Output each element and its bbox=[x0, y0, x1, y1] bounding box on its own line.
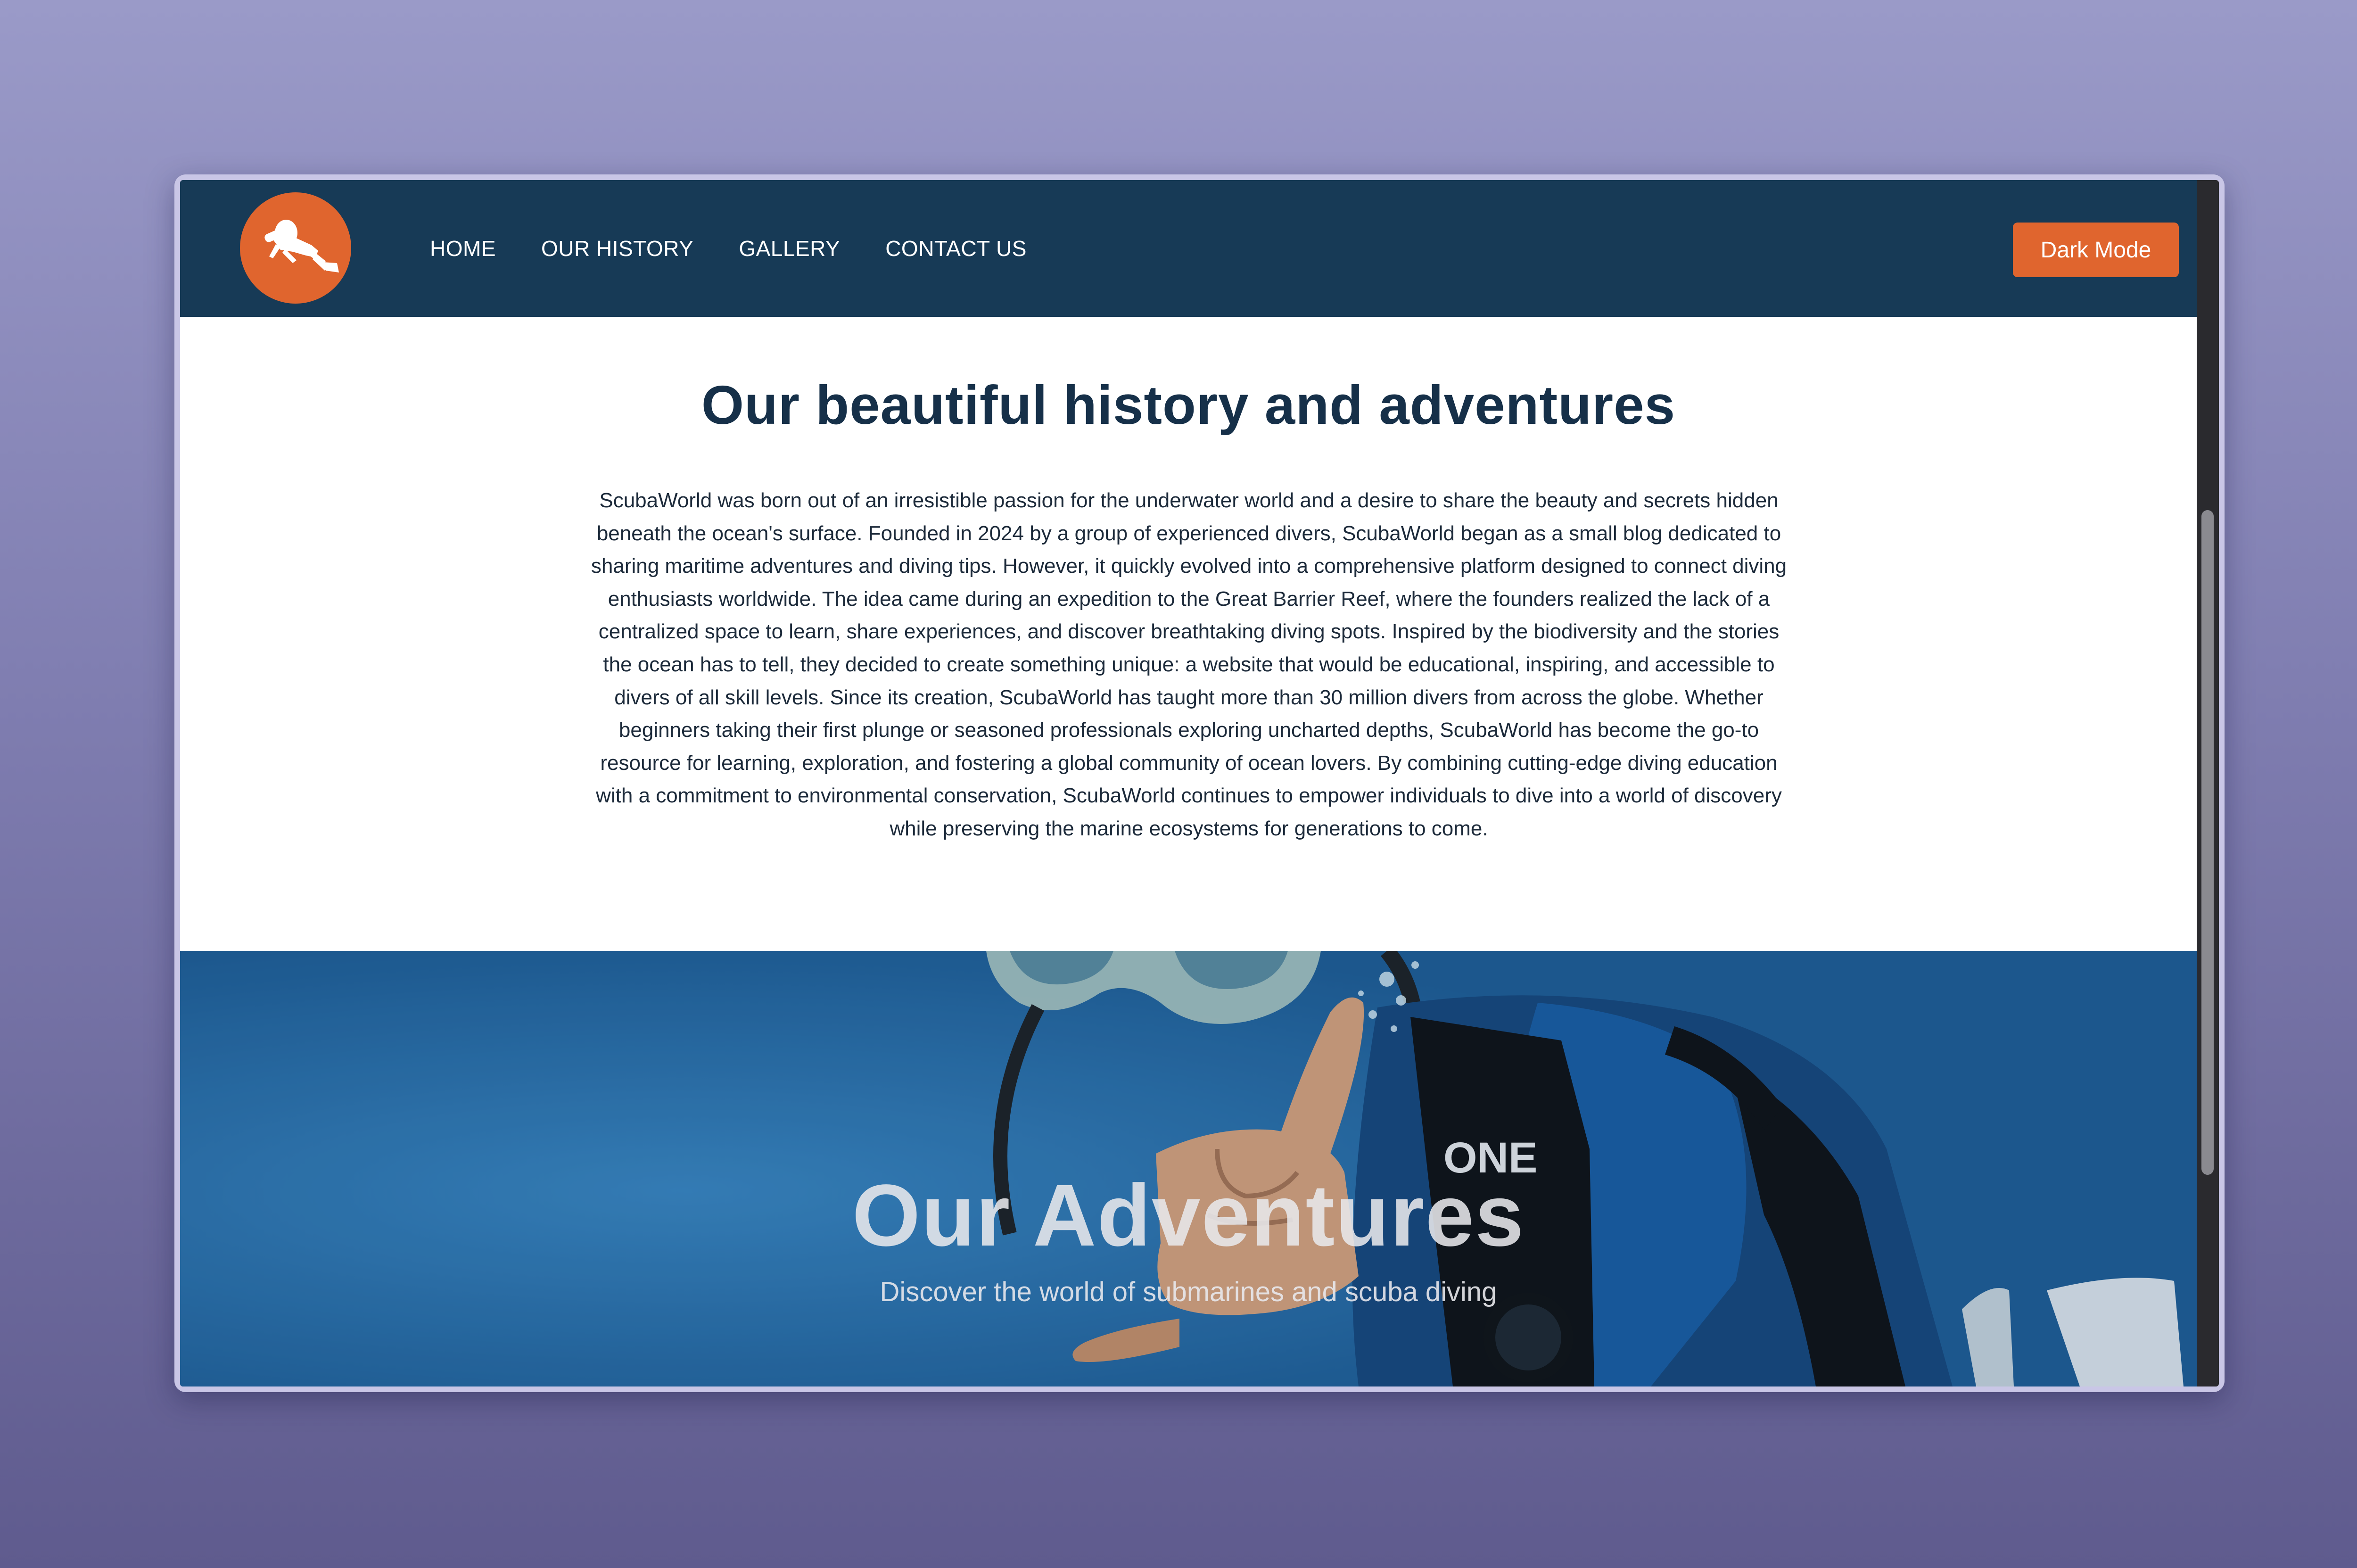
scrollbar-thumb[interactable] bbox=[2201, 510, 2214, 1175]
main-nav: HOME OUR HISTORY GALLERY CONTACT US bbox=[430, 180, 1072, 317]
history-title: Our beautiful history and adventures bbox=[701, 374, 1676, 436]
page-content: HOME OUR HISTORY GALLERY CONTACT US Dark… bbox=[180, 180, 2197, 1386]
page-viewport: HOME OUR HISTORY GALLERY CONTACT US Dark… bbox=[180, 180, 2219, 1386]
nav-link-contact-us[interactable]: CONTACT US bbox=[885, 236, 1027, 261]
history-paragraph: ScubaWorld was born out of an irresistib… bbox=[591, 489, 1787, 840]
adventures-hero: ONE Our Adventures Discover the world of… bbox=[180, 951, 2197, 1386]
browser-window: HOME OUR HISTORY GALLERY CONTACT US Dark… bbox=[174, 174, 2225, 1392]
site-logo[interactable] bbox=[240, 192, 351, 304]
vertical-scrollbar[interactable] bbox=[2197, 180, 2219, 1386]
hero-title: Our Adventures bbox=[852, 1167, 1525, 1264]
hero-subtitle: Discover the world of submarines and scu… bbox=[880, 1277, 1497, 1307]
nav-link-home[interactable]: HOME bbox=[430, 236, 496, 261]
dark-mode-button[interactable]: Dark Mode bbox=[2013, 223, 2179, 277]
scuba-diver-icon bbox=[264, 220, 339, 272]
navbar: HOME OUR HISTORY GALLERY CONTACT US Dark… bbox=[180, 180, 2197, 317]
nav-link-gallery[interactable]: GALLERY bbox=[739, 236, 840, 261]
history-section: Our beautiful history and adventures Scu… bbox=[180, 317, 2197, 951]
nav-link-our-history[interactable]: OUR HISTORY bbox=[541, 236, 693, 261]
